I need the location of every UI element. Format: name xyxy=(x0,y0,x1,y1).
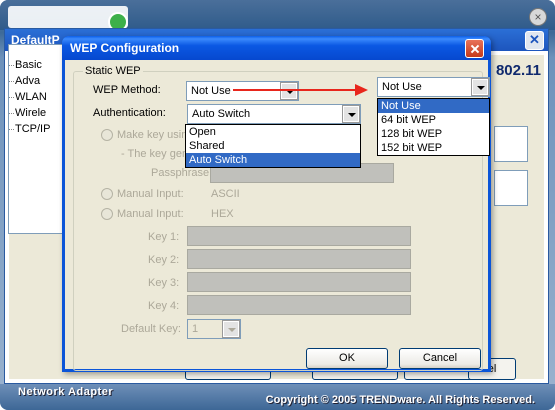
tree-item-wireless[interactable]: Wirele xyxy=(8,107,46,119)
dialog-title: WEP Configuration xyxy=(62,36,491,60)
footer-product-name: Network Adapter xyxy=(18,386,114,398)
standard-badge: 802.11 xyxy=(495,62,541,79)
wep-method-select-expanded[interactable]: Not Use xyxy=(377,77,490,97)
manual-hex-label: Manual Input: xyxy=(117,208,184,220)
wep-method-options-list: Not Use 64 bit WEP 128 bit WEP 152 bit W… xyxy=(377,98,490,156)
static-wep-group-label: Static WEP xyxy=(83,65,143,77)
default-key-label: Default Key: xyxy=(121,323,181,335)
wep-method-value: Not Use xyxy=(191,85,231,97)
manual-hex-type: HEX xyxy=(211,208,234,220)
wep-method-expanded-value: Not Use xyxy=(382,81,422,93)
key3-input[interactable] xyxy=(187,272,411,292)
ok-button[interactable]: OK xyxy=(306,348,388,369)
side-panel-box xyxy=(494,126,528,162)
manual-ascii-radio[interactable] xyxy=(101,188,113,200)
key1-label: Key 1: xyxy=(148,231,180,243)
passphrase-label: Passphrase: xyxy=(151,167,213,179)
make-key-radio[interactable] xyxy=(101,129,113,141)
default-key-value: 1 xyxy=(192,323,199,335)
manual-ascii-label: Manual Input: xyxy=(117,188,184,200)
key4-label: Key 4: xyxy=(148,300,180,312)
auth-option-open[interactable]: Open xyxy=(186,125,360,139)
app-close-icon[interactable]: × xyxy=(529,8,547,26)
tree-item-advanced[interactable]: Adva xyxy=(8,75,40,87)
profile-window-close-icon[interactable]: ✕ xyxy=(525,31,544,50)
authentication-label: Authentication: xyxy=(93,107,166,119)
chevron-down-icon[interactable] xyxy=(471,78,489,96)
red-annotation-arrow xyxy=(233,84,368,96)
tree-item-wlan[interactable]: WLAN xyxy=(9,91,47,103)
default-key-select[interactable]: 1 xyxy=(187,319,241,339)
wep-option-152bit[interactable]: 152 bit WEP xyxy=(378,141,489,155)
wep-option-not-use[interactable]: Not Use xyxy=(378,99,489,113)
auth-option-shared[interactable]: Shared xyxy=(186,139,360,153)
manual-hex-radio[interactable] xyxy=(101,208,113,220)
wep-option-128bit[interactable]: 128 bit WEP xyxy=(378,127,489,141)
authentication-select[interactable]: Auto Switch xyxy=(187,104,361,124)
key2-label: Key 2: xyxy=(148,254,180,266)
tree-item-basic[interactable]: Basic xyxy=(9,59,42,71)
make-key-label: Make key using xyxy=(117,129,194,141)
authentication-options-list: Open Shared Auto Switch xyxy=(185,124,361,168)
key1-input[interactable] xyxy=(187,226,411,246)
cancel-button[interactable]: Cancel xyxy=(399,348,481,369)
side-panel-box xyxy=(494,170,528,206)
manual-ascii-type: ASCII xyxy=(211,188,240,200)
footer-copyright: Copyright © 2005 TRENDware. All Rights R… xyxy=(265,394,535,406)
key2-input[interactable] xyxy=(187,249,411,269)
key-generator-label: - The key gene xyxy=(121,148,195,160)
key4-input[interactable] xyxy=(187,295,411,315)
settings-tree: Basic Adva WLAN Wirele TCP/IP xyxy=(8,44,68,234)
tree-item-tcpip[interactable]: TCP/IP xyxy=(8,123,50,135)
chevron-down-icon[interactable] xyxy=(342,105,360,123)
wep-method-label: WEP Method: xyxy=(93,84,161,96)
wep-option-64bit[interactable]: 64 bit WEP xyxy=(378,113,489,127)
dialog-close-icon[interactable] xyxy=(465,39,484,58)
authentication-value: Auto Switch xyxy=(192,108,251,120)
auth-option-auto-switch[interactable]: Auto Switch xyxy=(186,153,360,167)
chevron-down-icon[interactable] xyxy=(222,320,240,338)
key3-label: Key 3: xyxy=(148,277,180,289)
